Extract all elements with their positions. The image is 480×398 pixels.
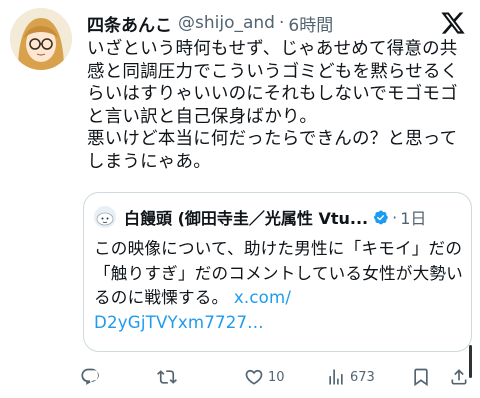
author-avatar[interactable]: [10, 8, 72, 70]
author-display-name[interactable]: 四条あんこ: [87, 11, 172, 36]
tweet-actions: 10 673: [78, 364, 478, 390]
retweet-button[interactable]: [157, 364, 181, 390]
quoted-author-avatar[interactable]: [94, 206, 116, 228]
verified-badge-icon: [374, 210, 388, 224]
x-logo-icon[interactable]: [440, 10, 466, 36]
reply-button[interactable]: [80, 364, 104, 390]
quoted-tweet-text: この映像について、助けた男性に「キモイ」だの「触りすぎ」だのコメントしている女性…: [94, 237, 464, 335]
separator-dot: ·: [278, 13, 285, 33]
tweet-text: いざという時何もせず、じゃあせめて得意の共感と同調圧力でこういうゴミどもを黙らせ…: [87, 39, 459, 172]
quoted-tweet-timestamp[interactable]: 1日: [400, 205, 426, 229]
reply-icon: [81, 368, 99, 385]
quoted-author-avatar-image: [94, 206, 116, 228]
tweet-header: 四条あんこ @shijo_and · 6時間: [87, 10, 428, 36]
like-count: 10: [268, 369, 285, 385]
views-button[interactable]: 673: [326, 364, 375, 390]
quoted-tweet-card[interactable]: 白饅頭 (御田寺圭／光属性 Vtu... · 1日 この映像について、助けた男性…: [83, 192, 472, 352]
quoted-tweet-header: 白饅頭 (御田寺圭／光属性 Vtu... · 1日: [94, 205, 463, 229]
tweet[interactable]: 四条あんこ @shijo_and · 6時間 いざという時何もせず、じゃあせめて…: [0, 0, 480, 398]
views-icon: [329, 369, 343, 385]
views-count: 673: [350, 369, 375, 385]
like-icon: [245, 369, 263, 385]
author-avatar-image: [10, 8, 72, 70]
tweet-timestamp[interactable]: 6時間: [288, 11, 333, 36]
quoted-author-display-name[interactable]: 白饅頭 (御田寺圭／光属性 Vtu...: [124, 205, 368, 229]
share-icon: [451, 369, 467, 385]
author-handle[interactable]: @shijo_and: [178, 13, 275, 33]
quoted-separator-dot: ·: [392, 207, 398, 227]
retweet-icon: [157, 370, 177, 384]
bookmark-icon: [414, 368, 428, 387]
like-button[interactable]: 10: [244, 364, 285, 390]
share-button[interactable]: [449, 364, 469, 390]
bookmark-button[interactable]: [411, 364, 431, 390]
